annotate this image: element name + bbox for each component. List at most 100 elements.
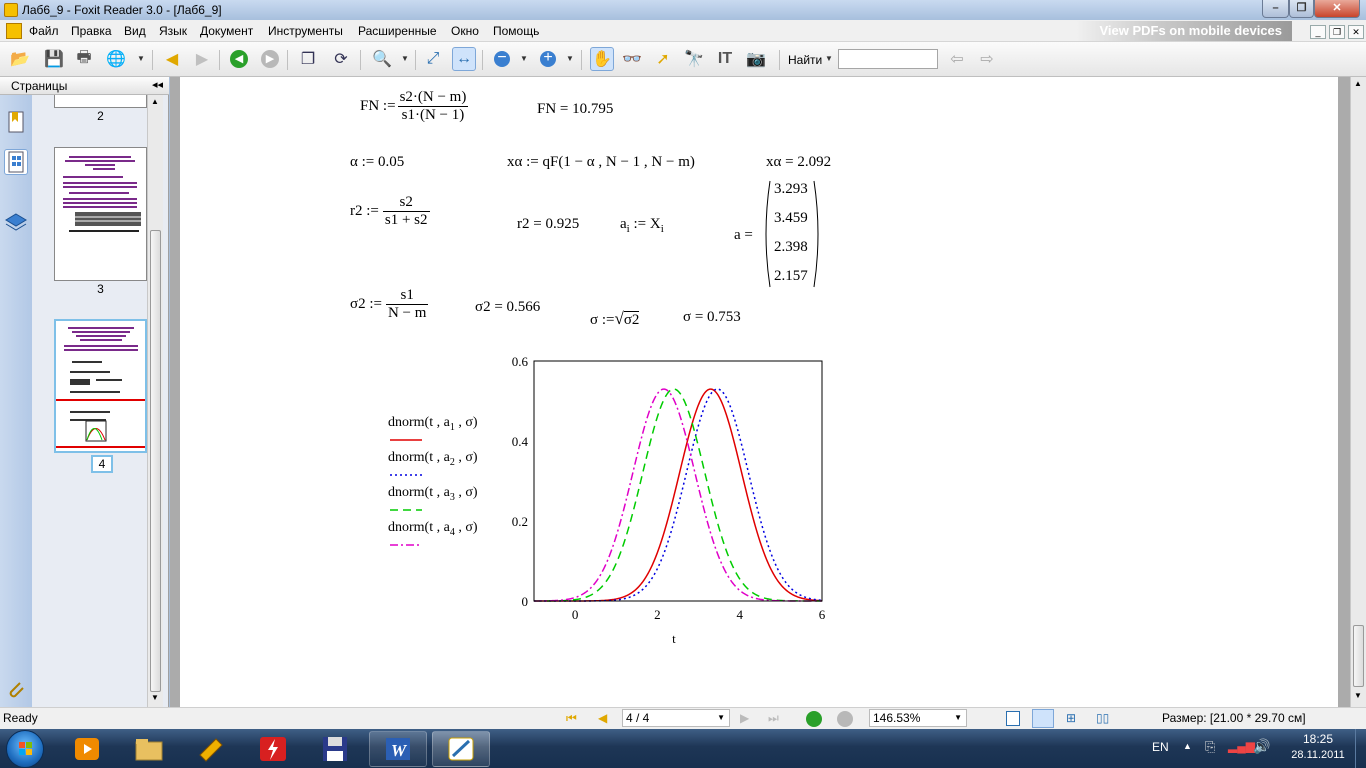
rotate-icon[interactable]: ⟳	[329, 47, 353, 71]
single-page-icon[interactable]	[1006, 711, 1020, 726]
foxit-reader-task[interactable]	[432, 731, 490, 767]
clock-time[interactable]: 18:25	[1296, 732, 1340, 746]
menu-help[interactable]: Помощь	[493, 24, 539, 38]
x-axis-label: t	[672, 631, 676, 646]
zoom-selector[interactable]: 146.53% ▼	[869, 709, 967, 727]
explorer-icon[interactable]	[120, 731, 178, 767]
thumbnail-page-4[interactable]	[54, 319, 147, 453]
fit-page-icon[interactable]: ⤢	[421, 47, 445, 71]
menu-edit[interactable]: Правка	[71, 24, 112, 38]
back-icon[interactable]: ◀	[227, 47, 251, 71]
series-line-1	[534, 388, 823, 602]
word-app-icon[interactable]: W	[369, 731, 427, 767]
prev-page-icon[interactable]: ◀	[160, 47, 184, 71]
tray-expand-icon[interactable]: ▲	[1183, 741, 1192, 751]
save-icon[interactable]: 💾	[42, 47, 66, 71]
find-label[interactable]: Найти	[788, 53, 822, 67]
menu-view[interactable]: Вид	[124, 24, 146, 38]
open-icon[interactable]: 📂	[8, 47, 32, 71]
zoom-out-icon[interactable]: −	[490, 47, 514, 71]
chevron-down-icon[interactable]: ▼	[825, 54, 833, 63]
scrollbar-thumb[interactable]	[150, 230, 161, 692]
menu-advanced[interactable]: Расширенные	[358, 24, 437, 38]
select-icon[interactable]: ➚	[651, 47, 675, 71]
thumbnail-page-3-content	[63, 156, 141, 232]
chevron-down-icon[interactable]: ▼	[520, 54, 528, 63]
tray-device-icon[interactable]: ⎘	[1205, 739, 1215, 755]
chevron-down-icon[interactable]: ▼	[954, 713, 962, 722]
fit-width-icon[interactable]: ↔	[452, 47, 476, 71]
language-indicator[interactable]: EN	[1152, 740, 1169, 754]
chevron-down-icon[interactable]: ▼	[566, 54, 574, 63]
snapshot-icon[interactable]: 📷	[744, 47, 768, 71]
bookmarks-tab-icon[interactable]	[4, 109, 28, 135]
forward-status-icon[interactable]	[837, 711, 853, 727]
collapse-panel-icon[interactable]: ◂◂	[152, 78, 163, 91]
mobile-promo-banner[interactable]: View PDFs on mobile devices	[1076, 21, 1292, 41]
chevron-down-icon[interactable]: ▼	[137, 54, 145, 63]
flash-app-icon[interactable]	[244, 731, 302, 767]
toolbar-separator	[219, 50, 220, 70]
chevron-down-icon[interactable]: ▼	[401, 54, 409, 63]
thumbnail-page-2[interactable]	[54, 95, 147, 108]
menu-document[interactable]: Документ	[200, 24, 253, 38]
document-scrollbar[interactable]: ▲ ▼	[1350, 77, 1366, 707]
prev-page-status-icon[interactable]: ◀	[598, 711, 607, 725]
find-icon[interactable]: 🔭	[682, 47, 706, 71]
mdi-close-button[interactable]: ✕	[1348, 25, 1364, 39]
next-page-status-icon[interactable]: ▶	[740, 711, 749, 725]
thumbnail-label: 3	[97, 282, 104, 296]
find-prev-icon[interactable]: ⇦	[945, 47, 969, 71]
legend-swatch	[390, 439, 422, 441]
print-icon[interactable]: 🖶	[72, 47, 96, 71]
attachments-tab-icon[interactable]	[4, 677, 28, 703]
scroll-up-icon[interactable]: ▲	[151, 97, 159, 106]
thumbnail-page-3[interactable]	[54, 147, 147, 281]
next-page-icon[interactable]: ▶	[190, 47, 214, 71]
scroll-down-icon[interactable]: ▼	[1354, 691, 1362, 700]
back-status-icon[interactable]	[806, 711, 822, 727]
show-desktop-button[interactable]	[1355, 729, 1366, 768]
menu-language[interactable]: Язык	[159, 24, 187, 38]
web-icon[interactable]: 🌐	[104, 47, 128, 71]
mdi-minimize-button[interactable]: _	[1310, 25, 1326, 39]
scroll-down-icon[interactable]: ▼	[151, 693, 159, 702]
chevron-down-icon[interactable]: ▼	[717, 713, 725, 722]
copy-icon[interactable]: ❐	[296, 47, 320, 71]
toolbar-separator	[482, 50, 483, 70]
volume-icon[interactable]: 🔊	[1253, 738, 1270, 755]
mdi-restore-button[interactable]: ❐	[1329, 25, 1345, 39]
find-next-icon[interactable]: ⇨	[975, 47, 999, 71]
zoom-in-icon[interactable]: 🔍	[370, 47, 394, 71]
save-app-icon[interactable]	[306, 731, 364, 767]
media-player-icon[interactable]	[58, 731, 116, 767]
network-icon[interactable]: ▂▄▆	[1228, 739, 1255, 753]
layers-tab-icon[interactable]	[4, 210, 28, 236]
last-page-icon[interactable]: ⏭	[768, 711, 779, 726]
continuous-facing-icon[interactable]: ▯▯	[1096, 711, 1109, 725]
continuous-page-icon[interactable]	[1032, 709, 1054, 728]
zoom-plus-icon[interactable]: +	[536, 47, 560, 71]
maximize-button[interactable]: ❐	[1289, 0, 1314, 18]
menu-window[interactable]: Окно	[451, 24, 479, 38]
pages-tab-icon[interactable]	[4, 149, 28, 175]
facing-page-icon[interactable]: ⊞	[1066, 711, 1076, 725]
scrollbar-thumb[interactable]	[1353, 625, 1364, 687]
minimize-button[interactable]: –	[1262, 0, 1289, 18]
app-launcher-icon[interactable]	[182, 731, 240, 767]
document-icon[interactable]	[6, 23, 22, 39]
hand-tool-icon[interactable]: ✋	[590, 47, 614, 71]
close-button[interactable]: ✕	[1314, 0, 1360, 18]
find-input[interactable]	[838, 49, 938, 69]
thumbnail-scrollbar[interactable]: ▲ ▼	[147, 95, 163, 707]
menu-file[interactable]: Файл	[29, 24, 59, 38]
menu-tools[interactable]: Инструменты	[268, 24, 343, 38]
page-selector[interactable]: 4 / 4 ▼	[622, 709, 730, 727]
clock-date[interactable]: 28.11.2011	[1283, 749, 1353, 761]
scroll-up-icon[interactable]: ▲	[1354, 79, 1362, 88]
text-select-icon[interactable]: IT	[713, 47, 737, 71]
first-page-icon[interactable]: ⏮	[566, 711, 577, 726]
reading-icon[interactable]: 👓	[620, 47, 644, 71]
forward-icon[interactable]: ▶	[258, 47, 282, 71]
start-button[interactable]	[6, 730, 44, 768]
